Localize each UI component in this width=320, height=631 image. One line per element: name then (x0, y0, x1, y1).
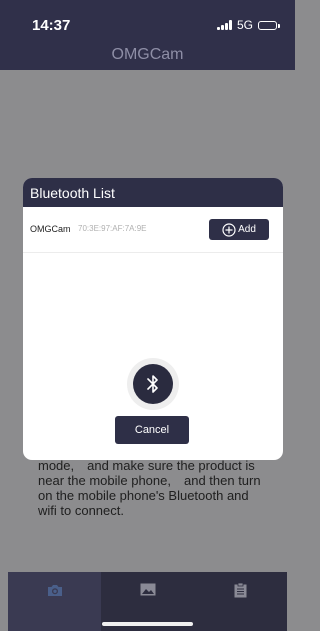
clipboard-icon (234, 583, 247, 598)
add-device-button[interactable]: Add (209, 219, 269, 240)
signal-icon (217, 20, 232, 30)
instruction-text: mode, and make sure the product is near … (38, 458, 261, 518)
dialog-title: Bluetooth List (23, 178, 283, 207)
page-title: OMGCam (111, 46, 184, 63)
cancel-button[interactable]: Cancel (115, 416, 189, 444)
device-mac-address: 70:3E:97:AF:7A:9E (78, 224, 147, 233)
plus-circle-icon (222, 222, 236, 237)
camera-icon (47, 585, 62, 596)
battery-icon (258, 20, 280, 30)
bluetooth-indicator (127, 358, 179, 410)
tab-camera[interactable] (8, 572, 101, 631)
bluetooth-icon (147, 375, 158, 393)
add-button-label: Add (238, 224, 256, 235)
status-time: 14:37 (32, 17, 71, 34)
top-bar: 14:37 5G OMGCam (0, 0, 295, 70)
tab-files[interactable] (194, 572, 287, 631)
bluetooth-list-dialog: Bluetooth List OMGCam 70:3E:97:AF:7A:9E … (23, 178, 283, 460)
image-icon (140, 583, 155, 596)
device-row: OMGCam 70:3E:97:AF:7A:9E Add (23, 207, 283, 253)
home-indicator (102, 622, 193, 626)
device-name: OMGCam (30, 224, 71, 234)
network-label: 5G (236, 18, 253, 32)
status-indicators: 5G (217, 18, 280, 32)
